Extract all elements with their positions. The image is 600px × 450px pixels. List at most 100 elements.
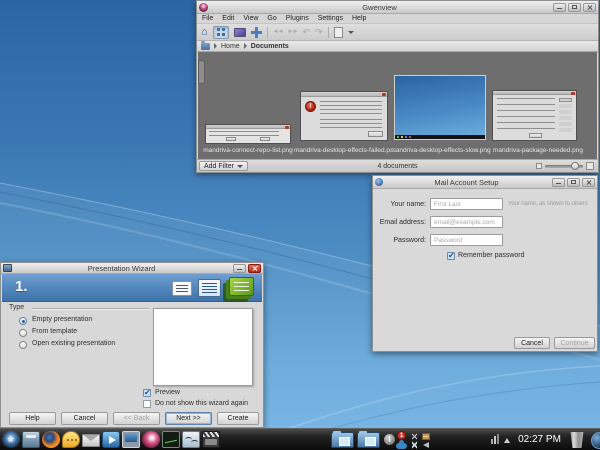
option-empty-label[interactable]: Empty presentation <box>32 316 92 323</box>
password-field[interactable] <box>430 234 503 246</box>
menu-settings[interactable]: Settings <box>318 15 343 22</box>
breadcrumb-current[interactable]: Documents <box>251 43 289 50</box>
minimize-button[interactable] <box>233 264 246 273</box>
menu-help[interactable]: Help <box>352 15 366 22</box>
mail-titlebar[interactable]: Mail Account Setup <box>373 176 597 189</box>
breadcrumb: Home Documents <box>197 41 598 52</box>
control-center-icon[interactable] <box>122 431 140 448</box>
maximize-button[interactable] <box>567 178 580 187</box>
updates-badge[interactable]: 1 <box>397 431 406 440</box>
system-monitor-icon[interactable] <box>162 431 180 448</box>
desktop-corner-icon[interactable] <box>591 432 600 449</box>
media-player-icon[interactable] <box>102 431 120 448</box>
openoffice-icon[interactable] <box>182 431 200 448</box>
thumbnail-label: mandriva-desktop-effects-failed.p... <box>294 147 395 156</box>
video-editor-icon[interactable] <box>202 431 220 448</box>
rotate-left-icon[interactable]: ↶ <box>302 28 310 37</box>
rotate-right-icon[interactable]: ↷ <box>315 28 323 37</box>
option-template-label[interactable]: From template <box>32 328 77 335</box>
type-group-label: Type <box>9 304 24 311</box>
trash-icon[interactable] <box>569 432 585 448</box>
mandriva-menu-icon[interactable] <box>2 431 20 448</box>
network-signal-icon[interactable] <box>494 436 496 444</box>
group-divider <box>32 308 149 309</box>
browse-mode-icon[interactable] <box>213 26 229 39</box>
close-button[interactable] <box>582 178 595 187</box>
next-button[interactable]: Next >> <box>165 412 212 425</box>
radio-empty-presentation[interactable] <box>19 317 27 325</box>
menu-view[interactable]: View <box>243 15 258 22</box>
zoom-slider-handle[interactable] <box>571 162 579 170</box>
minimize-button[interactable] <box>553 3 566 12</box>
cancel-button[interactable]: Cancel <box>514 337 550 349</box>
bluetooth-icon[interactable] <box>412 441 417 449</box>
cancel-button[interactable]: Cancel <box>61 412 108 425</box>
taskbar-photo-window-2[interactable] <box>357 432 380 448</box>
gwenview-statusbar: Add Filter 4 documents <box>197 159 598 172</box>
menu-edit[interactable]: Edit <box>222 15 234 22</box>
zoom-in-icon[interactable] <box>586 162 594 170</box>
dont-show-checkbox[interactable] <box>143 400 151 408</box>
thumbnail-desktop-effects-slow[interactable] <box>394 75 486 140</box>
radio-open-existing[interactable] <box>19 341 27 349</box>
firefox-icon[interactable] <box>42 431 60 448</box>
gwenview-launcher-icon[interactable] <box>142 431 160 448</box>
package-tray-icon[interactable] <box>422 433 430 440</box>
view-mode-icon[interactable] <box>234 28 246 37</box>
preview-checkbox[interactable] <box>143 389 151 397</box>
next-icon[interactable]: ►► <box>288 29 298 35</box>
wizard-app-icon <box>3 264 12 272</box>
folder-icon[interactable] <box>201 43 210 50</box>
back-button[interactable]: << Back <box>113 412 160 425</box>
thumbnail-view[interactable]: ! mandriva-connect-repo-list.png mandriv… <box>198 52 597 161</box>
email-field[interactable] <box>430 216 503 228</box>
dropdown-caret-icon <box>237 165 243 168</box>
menu-file[interactable]: File <box>202 15 213 22</box>
home-icon[interactable]: ⌂ <box>201 27 208 38</box>
name-field[interactable] <box>430 198 503 210</box>
previous-icon[interactable]: ◄◄ <box>273 29 283 35</box>
thumbnail-package-needed[interactable] <box>492 90 577 141</box>
breadcrumb-home[interactable]: Home <box>221 43 240 50</box>
add-filter-button[interactable]: Add Filter <box>199 161 248 171</box>
gwenview-title: Gwenview <box>208 3 551 12</box>
zoom-out-icon[interactable] <box>536 163 542 169</box>
instant-messenger-icon[interactable] <box>62 431 80 448</box>
create-button[interactable]: Create <box>217 412 259 425</box>
gwenview-titlebar[interactable]: Gwenview <box>197 1 598 14</box>
share-dropdown-caret[interactable] <box>348 31 354 34</box>
wizard-step-number: 1. <box>15 278 28 295</box>
close-button[interactable] <box>583 3 596 12</box>
share-icon[interactable] <box>334 27 343 38</box>
clock[interactable]: 02:27 PM <box>513 429 566 450</box>
scrollbar-handle[interactable] <box>198 60 205 84</box>
file-manager-icon[interactable] <box>22 431 40 448</box>
option-existing-label[interactable]: Open existing presentation <box>32 340 115 347</box>
thumbnail-desktop-effects-failed[interactable]: ! <box>300 91 388 141</box>
close-tray-icon[interactable] <box>411 433 418 440</box>
wizard-titlebar[interactable]: Presentation Wizard <box>1 263 263 274</box>
wizard-step-banner: 1. <box>2 274 262 302</box>
zoom-slider[interactable] <box>545 165 583 168</box>
slide-preview-pane <box>153 308 253 386</box>
tray-expand-arrow-icon[interactable] <box>504 438 510 443</box>
chevron-icon <box>244 43 247 49</box>
maximize-button[interactable] <box>568 3 581 12</box>
info-tray-icon[interactable] <box>384 434 395 445</box>
volume-icon[interactable] <box>423 442 429 448</box>
thumbnail-connect-repo-list[interactable] <box>205 124 291 144</box>
help-button[interactable]: Help <box>9 412 56 425</box>
cloud-tray-icon[interactable] <box>396 443 407 449</box>
remember-password-checkbox[interactable] <box>447 252 455 260</box>
slides-stack-icon <box>229 277 254 296</box>
taskbar-photo-window-1[interactable] <box>331 432 354 448</box>
menu-go[interactable]: Go <box>267 15 276 22</box>
close-button[interactable] <box>248 264 261 273</box>
radio-from-template[interactable] <box>19 329 27 337</box>
fullscreen-icon[interactable] <box>251 27 262 38</box>
continue-button[interactable]: Continue <box>554 337 595 349</box>
colored-outline-icon <box>198 279 221 297</box>
minimize-button[interactable] <box>552 178 565 187</box>
menu-plugins[interactable]: Plugins <box>286 15 309 22</box>
mail-icon[interactable] <box>82 434 100 447</box>
